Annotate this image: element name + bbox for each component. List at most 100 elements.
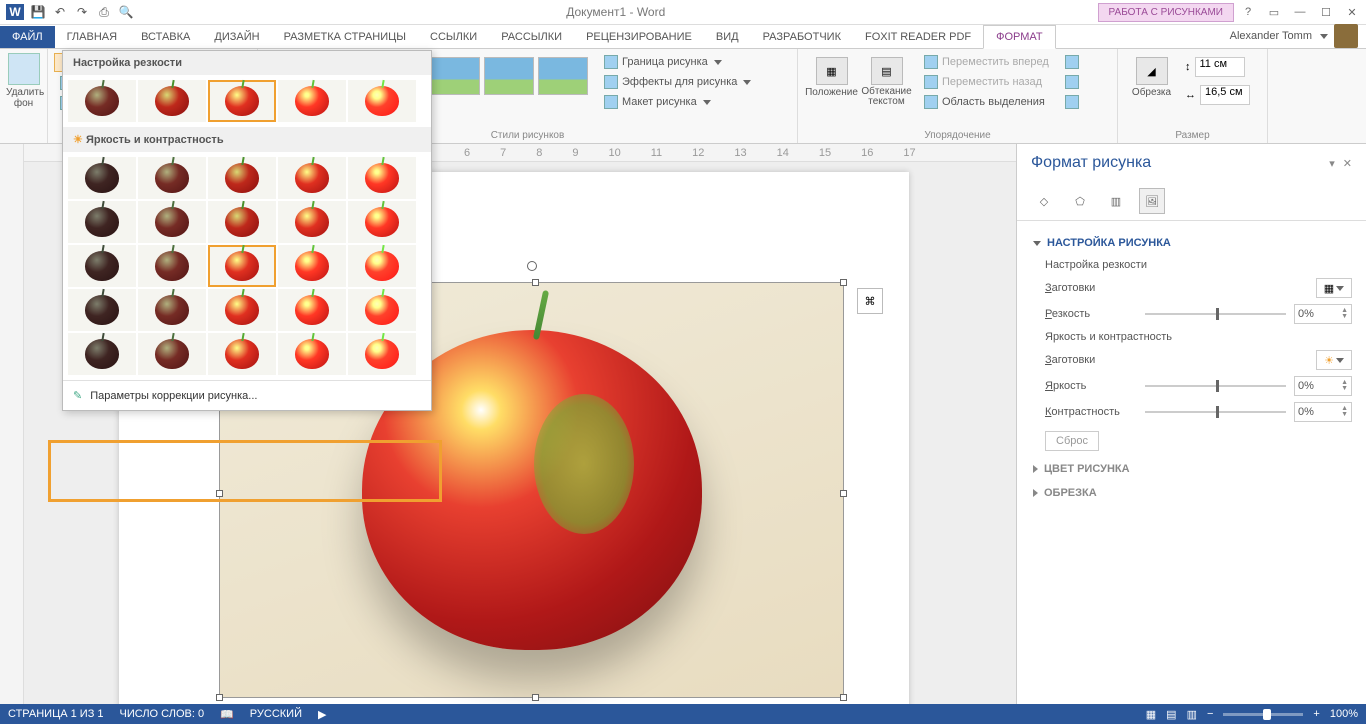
style-thumb[interactable]: [430, 57, 480, 95]
sharpness-slider[interactable]: [1145, 313, 1286, 315]
sharp-preset[interactable]: [138, 80, 206, 122]
resize-handle[interactable]: [840, 694, 847, 701]
resize-handle[interactable]: [216, 694, 223, 701]
section-crop[interactable]: ОБРЕЗКА: [1031, 481, 1352, 505]
tab-layout[interactable]: РАЗМЕТКА СТРАНИЦЫ: [272, 26, 418, 48]
resize-handle[interactable]: [840, 490, 847, 497]
layout-options-button[interactable]: ⌘: [857, 288, 883, 314]
sharp-preset[interactable]: [278, 80, 346, 122]
proofing-icon[interactable]: 📖: [220, 708, 234, 721]
brightness-slider[interactable]: [1145, 385, 1286, 387]
send-backward-button[interactable]: Переместить назад: [918, 73, 1055, 91]
picture-effects-button[interactable]: Эффекты для рисунка: [598, 73, 757, 91]
remove-bg-button[interactable]: Удалить фон: [6, 53, 41, 109]
bc-preset[interactable]: [348, 289, 416, 331]
resize-handle[interactable]: [532, 279, 539, 286]
section-picture-color[interactable]: ЦВЕТ РИСУНКА: [1031, 457, 1352, 481]
style-thumb[interactable]: [484, 57, 534, 95]
selection-pane-button[interactable]: Область выделения: [918, 93, 1055, 111]
ribbon-options-icon[interactable]: ▭: [1262, 3, 1286, 21]
maximize-icon[interactable]: ☐: [1314, 3, 1338, 21]
language-status[interactable]: РУССКИЙ: [250, 708, 302, 720]
pane-tab-picture[interactable]: 🖼: [1139, 188, 1165, 214]
user-avatar[interactable]: [1334, 24, 1358, 48]
bc-preset[interactable]: [138, 201, 206, 243]
bc-preset[interactable]: [208, 157, 276, 199]
page-status[interactable]: СТРАНИЦА 1 ИЗ 1: [8, 708, 104, 720]
bc-preset[interactable]: [138, 289, 206, 331]
find-icon[interactable]: 🔍: [118, 4, 134, 20]
contrast-slider[interactable]: [1145, 411, 1286, 413]
pane-tab-effects[interactable]: ⬠: [1067, 188, 1093, 214]
sharpness-value[interactable]: 0%▲▼: [1294, 304, 1352, 324]
bc-preset[interactable]: [348, 201, 416, 243]
pane-tab-layout[interactable]: ▥: [1103, 188, 1129, 214]
view-web-icon[interactable]: ▥: [1187, 708, 1197, 721]
bc-preset[interactable]: [278, 289, 346, 331]
sharp-preset[interactable]: [68, 80, 136, 122]
sharp-preset[interactable]: [208, 80, 276, 122]
pane-dropdown-icon[interactable]: ▾: [1329, 157, 1335, 170]
bc-preset[interactable]: [68, 333, 136, 375]
picture-border-button[interactable]: Граница рисунка: [598, 53, 757, 71]
resize-handle[interactable]: [532, 694, 539, 701]
reset-button[interactable]: Сброс: [1045, 431, 1099, 451]
width-input[interactable]: 16,5 см: [1200, 85, 1250, 105]
resize-handle[interactable]: [840, 279, 847, 286]
bc-preset[interactable]: [138, 333, 206, 375]
brightness-value[interactable]: 0%▲▼: [1294, 376, 1352, 396]
contrast-value[interactable]: 0%▲▼: [1294, 402, 1352, 422]
tab-developer[interactable]: РАЗРАБОТЧИК: [751, 26, 853, 48]
pane-tab-fill[interactable]: ◇: [1031, 188, 1057, 214]
align-button[interactable]: [1059, 53, 1085, 71]
bc-preset[interactable]: [68, 289, 136, 331]
picture-layout-button[interactable]: Макет рисунка: [598, 93, 757, 111]
bc-preset[interactable]: [208, 201, 276, 243]
section-picture-corrections[interactable]: НАСТРОЙКА РИСУНКА: [1031, 231, 1352, 255]
zoom-level[interactable]: 100%: [1330, 708, 1358, 720]
bc-presets-button[interactable]: ☀: [1316, 350, 1352, 370]
bc-preset[interactable]: [348, 157, 416, 199]
tab-format[interactable]: ФОРМАТ: [983, 25, 1056, 49]
word-count[interactable]: ЧИСЛО СЛОВ: 0: [120, 708, 205, 720]
bring-forward-button[interactable]: Переместить вперед: [918, 53, 1055, 71]
bc-preset[interactable]: [278, 201, 346, 243]
bc-preset[interactable]: [68, 157, 136, 199]
tab-mailings[interactable]: РАССЫЛКИ: [489, 26, 574, 48]
bc-preset[interactable]: [208, 289, 276, 331]
tab-references[interactable]: ССЫЛКИ: [418, 26, 489, 48]
bc-preset[interactable]: [208, 245, 276, 287]
view-print-icon[interactable]: ▦: [1146, 708, 1156, 721]
bc-preset[interactable]: [278, 245, 346, 287]
minimize-icon[interactable]: —: [1288, 3, 1312, 21]
wrap-text-button[interactable]: ▤Обтекание текстом: [859, 53, 914, 111]
bc-preset[interactable]: [138, 245, 206, 287]
user-area[interactable]: Alexander Tomm: [1230, 24, 1366, 48]
rotate-button[interactable]: [1059, 93, 1085, 111]
resize-handle[interactable]: [216, 490, 223, 497]
tab-file[interactable]: ФАЙЛ: [0, 26, 55, 48]
bc-preset[interactable]: [278, 333, 346, 375]
bc-preset[interactable]: [348, 333, 416, 375]
style-thumb[interactable]: [538, 57, 588, 95]
save-icon[interactable]: 💾: [30, 4, 46, 20]
zoom-in-button[interactable]: +: [1313, 708, 1319, 720]
correction-options-button[interactable]: ✎ Параметры коррекции рисунка...: [63, 380, 431, 410]
zoom-slider[interactable]: [1223, 713, 1303, 716]
sharp-preset[interactable]: [348, 80, 416, 122]
rotate-handle[interactable]: [527, 261, 537, 271]
zoom-out-button[interactable]: −: [1207, 708, 1213, 720]
tab-foxit[interactable]: FOXIT READER PDF: [853, 26, 983, 48]
pane-close-icon[interactable]: ✕: [1343, 157, 1352, 170]
height-input[interactable]: 11 см: [1195, 57, 1245, 77]
tab-insert[interactable]: ВСТАВКА: [129, 26, 202, 48]
crop-button[interactable]: ◢Обрезка: [1124, 53, 1179, 109]
undo-icon[interactable]: ↶: [52, 4, 68, 20]
bc-preset[interactable]: [348, 245, 416, 287]
close-icon[interactable]: ✕: [1340, 3, 1364, 21]
redo-icon[interactable]: ↷: [74, 4, 90, 20]
tab-review[interactable]: РЕЦЕНЗИРОВАНИЕ: [574, 26, 704, 48]
view-read-icon[interactable]: ▤: [1166, 708, 1176, 721]
tab-home[interactable]: ГЛАВНАЯ: [55, 26, 129, 48]
macro-icon[interactable]: ▶: [318, 708, 326, 721]
